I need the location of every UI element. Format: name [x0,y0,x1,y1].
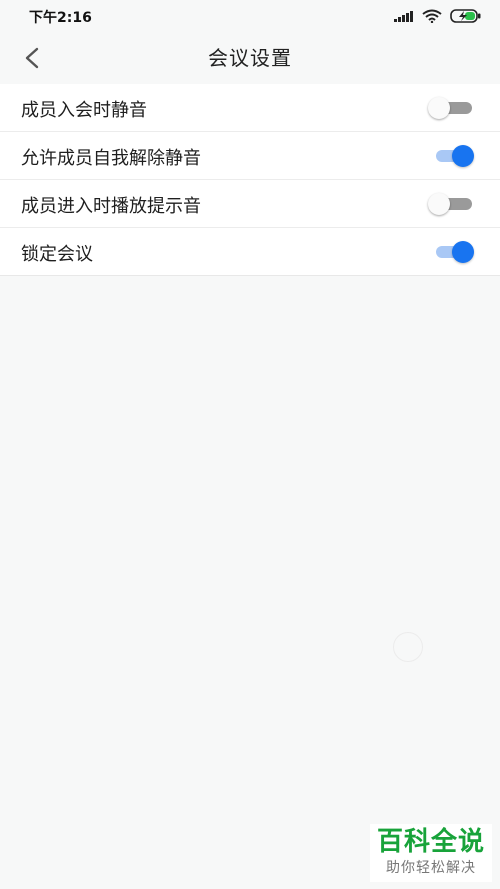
status-icons [394,8,482,24]
touch-ripple [393,632,423,662]
setting-label: 允许成员自我解除静音 [21,148,201,169]
toggle-knob [452,241,474,263]
setting-row-entry-chime: 成员进入时播放提示音 [0,180,500,228]
settings-list: 成员入会时静音 允许成员自我解除静音 成员进入时播放提示音 锁定会议 [0,84,500,276]
wifi-icon [422,9,442,23]
header: 会议设置 [0,32,500,84]
watermark: 百科全说 助你轻松解决 [370,824,492,882]
screen: 下午2:16 会议设置 成员入会时静音 允许成员自我解除静音 成员进入时播放提示… [0,0,500,889]
toggle-knob [428,193,450,215]
setting-label: 成员入会时静音 [21,100,147,121]
signal-icon [394,11,413,22]
setting-label: 成员进入时播放提示音 [21,196,201,217]
watermark-sub: 助你轻松解决 [386,860,476,876]
battery-charging-icon [450,9,481,23]
status-bar: 下午2:16 [0,0,500,32]
entry-chime-toggle[interactable] [428,193,474,215]
setting-label: 锁定会议 [21,244,93,265]
lock-meeting-toggle[interactable] [434,241,474,263]
setting-row-lock-meeting: 锁定会议 [0,228,500,276]
setting-row-allow-self-unmute: 允许成员自我解除静音 [0,132,500,180]
setting-row-mute-on-entry: 成员入会时静音 [0,84,500,132]
allow-self-unmute-toggle[interactable] [434,145,474,167]
toggle-knob [452,145,474,167]
status-time: 下午2:16 [29,10,92,26]
mute-on-entry-toggle[interactable] [428,97,474,119]
page-title: 会议设置 [208,46,292,70]
toggle-knob [428,97,450,119]
watermark-main: 百科全说 [376,827,485,857]
